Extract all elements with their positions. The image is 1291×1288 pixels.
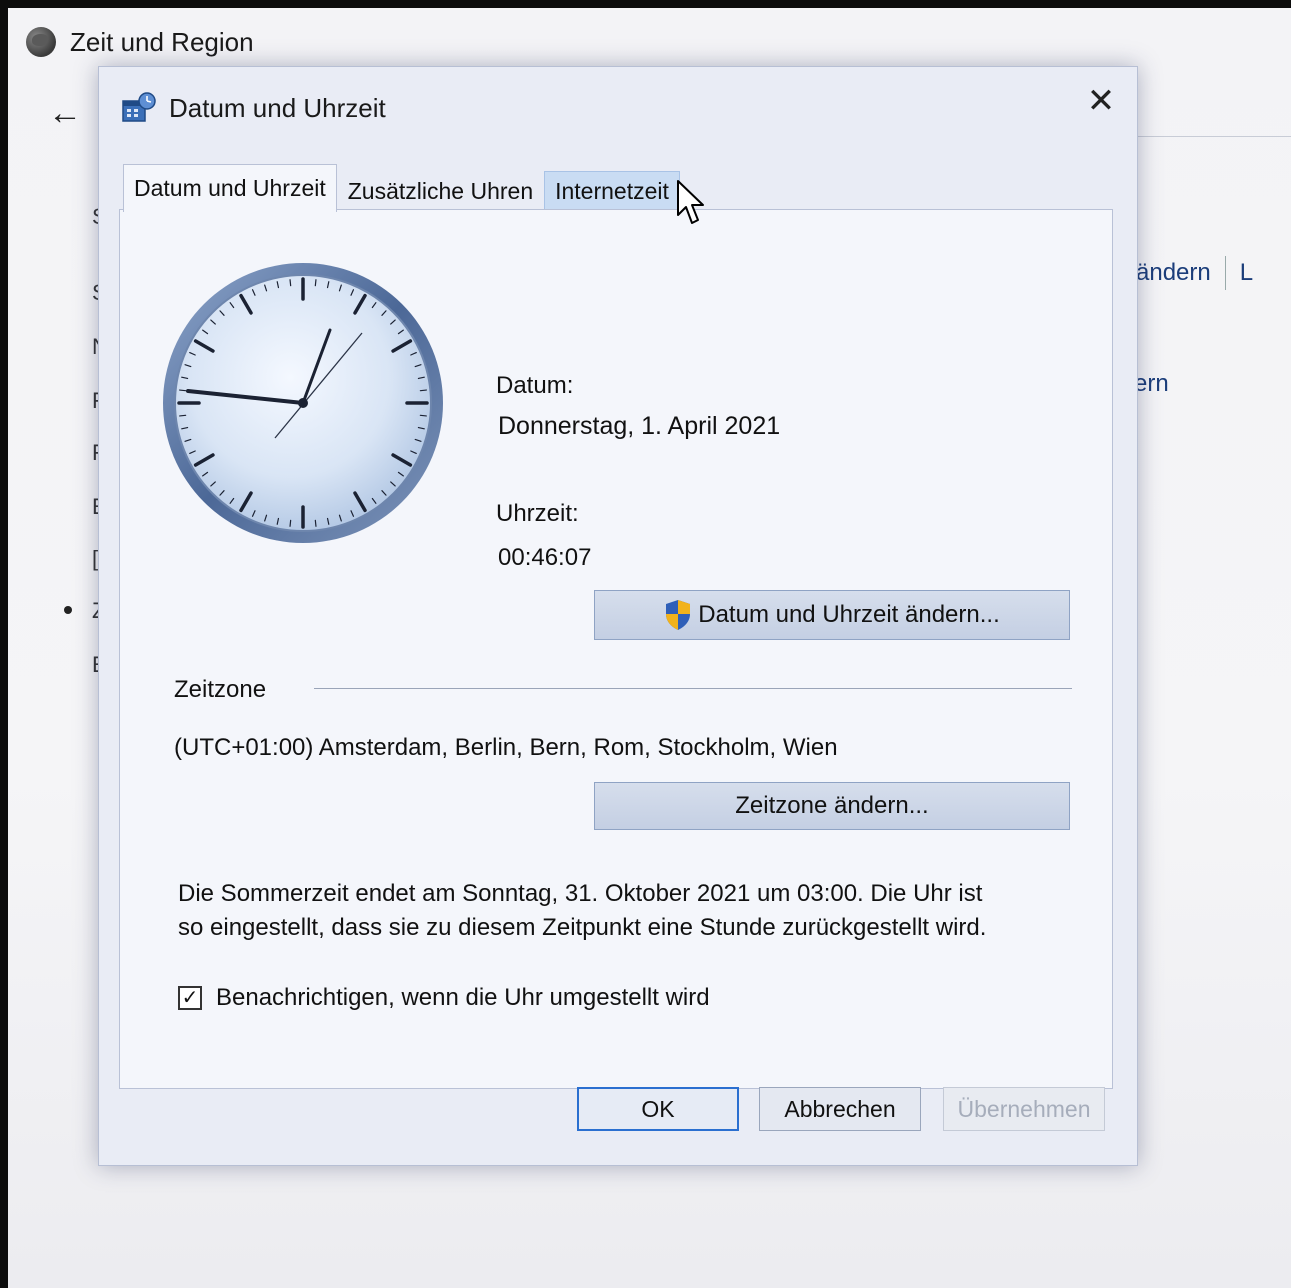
related-links: ändern L: [1136, 256, 1253, 290]
settings-title-bar: Zeit und Region: [26, 22, 254, 62]
notify-checkbox-label[interactable]: Benachrichtigen, wenn die Uhr umgestellt…: [216, 984, 710, 1012]
tab-date-time[interactable]: Datum und Uhrzeit: [123, 164, 337, 212]
mouse-cursor-icon: [677, 180, 704, 224]
apply-button[interactable]: Übernehmen: [943, 1087, 1105, 1131]
close-icon[interactable]: ✕: [1077, 79, 1125, 123]
cancel-button[interactable]: Abbrechen: [759, 1087, 921, 1131]
clock-minute-tick: [314, 519, 317, 527]
settings-title: Zeit und Region: [70, 26, 254, 57]
related-link[interactable]: ern: [1134, 370, 1169, 398]
timezone-divider: [314, 688, 1072, 689]
date-time-settings-icon: [122, 92, 156, 122]
date-time-tab-panel: Datum: Donnerstag, 1. April 2021 Uhrzeit…: [119, 209, 1113, 1089]
clock-minute-tick: [419, 389, 427, 392]
date-label: Datum:: [496, 372, 574, 399]
date-time-dialog: Datum und Uhrzeit ✕ Datum und Uhrzeit Zu…: [98, 66, 1138, 1166]
clock-minute-tick: [289, 519, 292, 527]
dst-info-line-2: so eingestellt, dass sie zu diesem Zeitp…: [178, 914, 987, 941]
divider: [1224, 256, 1226, 290]
related-link-change[interactable]: ändern: [1136, 259, 1211, 287]
change-timezone-button[interactable]: Zeitzone ändern...: [594, 782, 1070, 830]
time-label: Uhrzeit:: [496, 500, 579, 527]
divider: [1136, 136, 1291, 137]
dst-info-line-1: Die Sommerzeit endet am Sonntag, 31. Okt…: [178, 880, 983, 907]
dialog-title: Datum und Uhrzeit: [169, 93, 386, 123]
clock-minute-tick: [419, 414, 427, 417]
clock-minute-tick: [289, 279, 292, 287]
change-timezone-label: Zeitzone ändern...: [735, 792, 929, 819]
tab-internet-time[interactable]: Internetzeit: [544, 171, 680, 211]
ok-button[interactable]: OK: [577, 1087, 739, 1131]
change-date-time-label: Datum und Uhrzeit ändern...: [698, 601, 1000, 628]
tab-bar: Datum und Uhrzeit Zusätzliche Uhren Inte…: [123, 164, 680, 212]
timezone-value: (UTC+01:00) Amsterdam, Berlin, Bern, Rom…: [174, 734, 838, 761]
dialog-title-bar[interactable]: Datum und Uhrzeit ✕: [99, 67, 1137, 151]
back-arrow-icon[interactable]: ←: [48, 96, 82, 130]
clock-minute-tick: [179, 389, 187, 392]
uac-shield-icon: [666, 600, 691, 630]
related-link[interactable]: L: [1240, 259, 1253, 287]
date-value: Donnerstag, 1. April 2021: [498, 412, 781, 440]
tab-additional-clocks[interactable]: Zusätzliche Uhren: [337, 171, 544, 211]
time-value: 00:46:07: [498, 544, 592, 571]
globe-icon: [26, 27, 56, 57]
analog-clock-icon: [163, 263, 443, 543]
clock-minute-tick: [314, 279, 317, 287]
clock-minute-tick: [179, 414, 187, 417]
nav-selected-bullet: [64, 606, 72, 614]
notify-checkbox[interactable]: ✓: [178, 986, 202, 1010]
change-date-time-button[interactable]: Datum und Uhrzeit ändern...: [594, 590, 1070, 640]
timezone-heading: Zeitzone: [174, 676, 267, 703]
